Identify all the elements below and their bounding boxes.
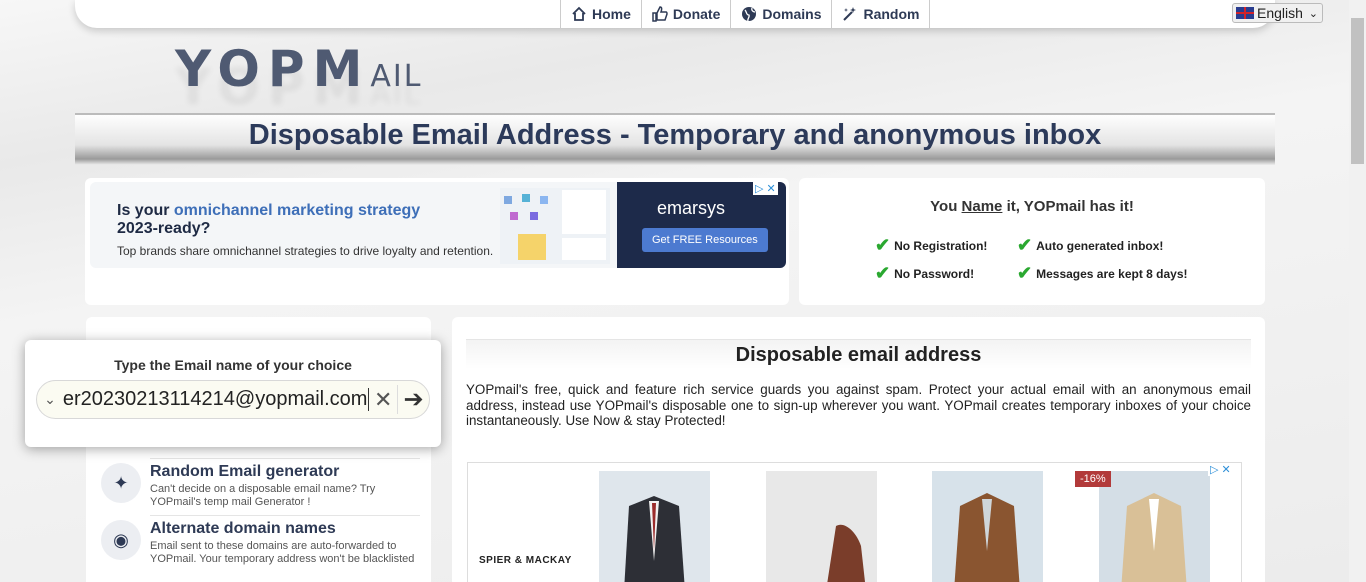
ad-store-name: SPIER & MACKAY bbox=[479, 555, 572, 566]
magic-wand-icon: ✦ bbox=[101, 463, 141, 503]
check-icon: ✔ bbox=[875, 263, 891, 283]
email-input[interactable] bbox=[62, 388, 370, 411]
advertisement-top[interactable]: Is your omnichannel marketing strategy 20… bbox=[90, 182, 786, 268]
nav-home[interactable]: Home bbox=[560, 0, 641, 28]
ad-mockup-image bbox=[500, 188, 610, 264]
main-content-card: Disposable email address YOPmail's free,… bbox=[452, 317, 1265, 582]
product-ad[interactable]: SPIER & MACKAY -16% ▷ ✕ bbox=[467, 462, 1242, 582]
divider bbox=[150, 515, 420, 516]
check-icon: ✔ bbox=[1017, 235, 1033, 255]
globe-icon bbox=[742, 7, 757, 22]
nav-donate-label: Donate bbox=[672, 6, 721, 22]
page-scrollbar[interactable] bbox=[1349, 0, 1366, 582]
nav-home-label: Home bbox=[592, 6, 631, 22]
check-icon: ✔ bbox=[1017, 263, 1033, 283]
scrollbar-thumb[interactable] bbox=[1351, 18, 1364, 164]
alternate-domains-link[interactable]: ◉ Alternate domain names Email sent to t… bbox=[101, 520, 415, 566]
nav-donate[interactable]: Donate bbox=[640, 0, 730, 28]
title-banner: Disposable Email Address - Temporary and… bbox=[75, 113, 1275, 165]
clear-icon[interactable]: ✕ bbox=[369, 387, 397, 413]
alternate-domains-desc: Email sent to these domains are auto-for… bbox=[150, 540, 415, 565]
go-arrow-icon[interactable]: ➔ bbox=[397, 385, 429, 414]
features-title: You Name it, YOPmail has it! bbox=[930, 198, 1134, 215]
product-image-suit[interactable] bbox=[599, 471, 710, 582]
logo-suffix: AIL bbox=[370, 59, 423, 94]
page-title: Disposable Email Address - Temporary and… bbox=[248, 119, 1102, 151]
feature-item: ✔ Messages are kept 8 days! bbox=[1017, 263, 1188, 283]
magic-wand-icon bbox=[843, 7, 857, 21]
chevron-down-icon[interactable]: ⌄ bbox=[37, 391, 63, 408]
ad-cta-button[interactable]: Get FREE Resources bbox=[642, 228, 768, 252]
email-entry-label: Type the Email name of your choice bbox=[114, 357, 352, 373]
alternate-domains-title: Alternate domain names bbox=[150, 520, 336, 537]
features-card: You Name it, YOPmail has it! ✔ No Registr… bbox=[799, 178, 1265, 305]
globe-icon: ◉ bbox=[101, 520, 141, 560]
top-navigation-bar: Home Donate Domains Random English ⌄ bbox=[75, 0, 1323, 28]
ad-close-icon[interactable]: ▷ ✕ bbox=[753, 182, 778, 195]
ad-subtext: Top brands share omnichannel strategies … bbox=[117, 244, 494, 258]
chevron-down-icon: ⌄ bbox=[1308, 7, 1318, 20]
uk-flag-icon bbox=[1236, 7, 1254, 19]
nav-random-label: Random bbox=[863, 6, 920, 22]
feature-item: ✔ No Registration! bbox=[875, 235, 988, 255]
language-label: English bbox=[1257, 5, 1303, 21]
home-icon bbox=[572, 6, 586, 21]
random-generator-title: Random Email generator bbox=[150, 463, 340, 480]
nav-domains-label: Domains bbox=[762, 6, 822, 22]
random-email-generator-link[interactable]: ✦ Random Email generator Can't decide on… bbox=[101, 463, 415, 509]
language-select[interactable]: English ⌄ bbox=[1232, 3, 1323, 23]
feature-item: ✔ Auto generated inbox! bbox=[1017, 235, 1164, 255]
ad-headline: Is your omnichannel marketing strategy 20… bbox=[117, 202, 421, 237]
divider bbox=[150, 458, 420, 459]
email-entry-popup: Type the Email name of your choice ⌄ ✕ ➔ bbox=[25, 340, 441, 447]
product-image-jacket[interactable] bbox=[932, 471, 1043, 582]
check-icon: ✔ bbox=[875, 235, 891, 255]
random-generator-desc: Can't decide on a disposable email name?… bbox=[150, 483, 376, 508]
discount-badge: -16% bbox=[1075, 471, 1111, 487]
logo-main: YOPM bbox=[175, 40, 371, 98]
ad-brand: emarsys bbox=[657, 198, 726, 218]
intro-paragraph: YOPmail's free, quick and feature rich s… bbox=[466, 382, 1251, 428]
main-nav: Home Donate Domains Random bbox=[560, 0, 931, 28]
product-image-shoe[interactable] bbox=[766, 471, 877, 582]
nav-random[interactable]: Random bbox=[831, 0, 931, 28]
nav-domains[interactable]: Domains bbox=[730, 0, 831, 28]
ad-close-icon[interactable]: ▷ ✕ bbox=[1208, 463, 1233, 476]
email-input-group: ⌄ ✕ ➔ bbox=[36, 380, 430, 419]
thumbs-up-icon bbox=[652, 6, 668, 22]
yopmail-logo[interactable]: YOPMAIL bbox=[175, 40, 422, 98]
feature-item: ✔ No Password! bbox=[875, 263, 975, 283]
product-image-coat[interactable] bbox=[1099, 471, 1210, 582]
section-heading: Disposable email address bbox=[466, 339, 1251, 369]
